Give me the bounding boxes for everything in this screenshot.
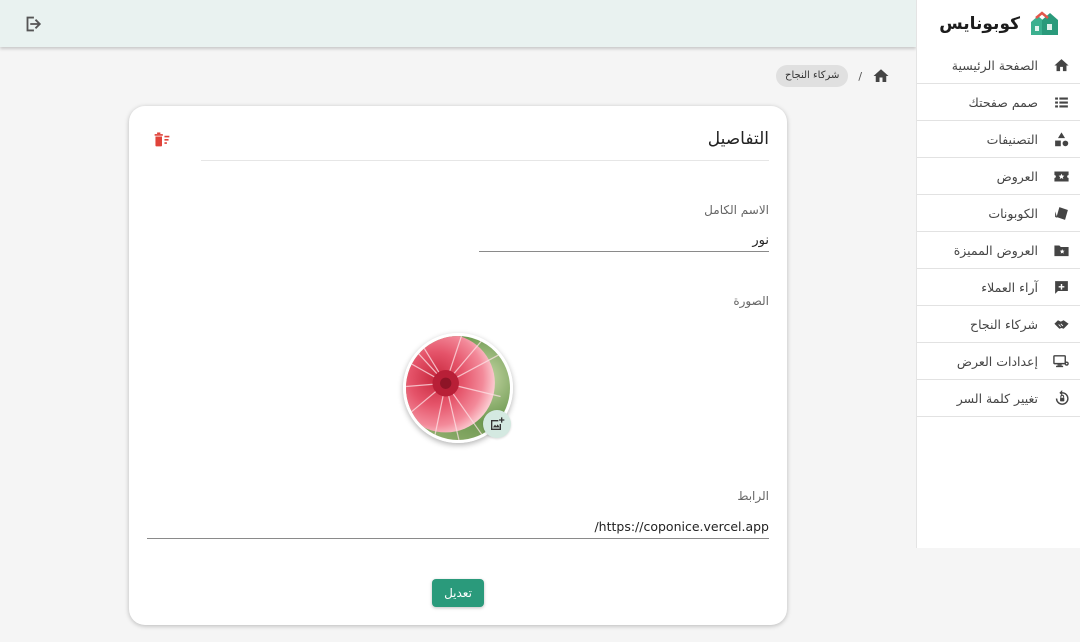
sidebar-item-reviews[interactable]: آراء العملاء: [917, 269, 1080, 306]
lock-reset-icon: [1052, 389, 1070, 407]
sidebar-item-home[interactable]: الصفحة الرئيسية: [917, 47, 1080, 84]
sidebar-item-categories[interactable]: التصنيفات: [917, 121, 1080, 158]
full-name-input[interactable]: [479, 230, 769, 252]
sidebar-item-partners[interactable]: شركاء النجاح: [917, 306, 1080, 343]
top-bar: [0, 0, 916, 47]
breadcrumb: شركاء النجاح /: [776, 65, 890, 87]
title-divider: [201, 160, 769, 161]
sidebar-item-label: العروض: [996, 168, 1038, 184]
link-input[interactable]: [147, 515, 769, 539]
edit-button[interactable]: تعديل: [432, 579, 484, 607]
add-photo-icon: [491, 417, 505, 430]
handshake-icon: [1052, 315, 1070, 333]
sidebar-item-label: آراء العملاء: [981, 279, 1038, 295]
sidebar: كوبونايس الصفحة الرئيسية صمم صفحتك التصن…: [916, 0, 1080, 548]
ticket-star-icon: [1052, 167, 1070, 185]
folder-star-icon: [1052, 241, 1070, 259]
sidebar-item-label: صمم صفحتك: [968, 94, 1038, 110]
sidebar-item-featured-offers[interactable]: العروض المميزة: [917, 232, 1080, 269]
full-name-label: الاسم الكامل: [704, 203, 769, 217]
link-label: الرابط: [737, 489, 769, 503]
brand-logo-icon: [1031, 10, 1058, 35]
breadcrumb-separator: /: [858, 69, 863, 83]
sidebar-item-label: التصنيفات: [986, 131, 1038, 147]
brand-name: كوبونايس: [939, 13, 1020, 34]
delete-sweep-icon: [154, 132, 170, 147]
details-card: التفاصيل الاسم الكامل الصورة: [129, 106, 787, 625]
home-icon: [1052, 56, 1070, 74]
brand: كوبونايس: [917, 0, 1080, 47]
logout-icon: [26, 16, 42, 32]
logout-button[interactable]: [22, 13, 44, 35]
breadcrumb-current-chip[interactable]: شركاء النجاح: [776, 65, 849, 87]
sidebar-item-coupons[interactable]: الكوبونات: [917, 195, 1080, 232]
sidebar-item-display-settings[interactable]: إعدادات العرض: [917, 343, 1080, 380]
sidebar-item-label: الصفحة الرئيسية: [951, 57, 1038, 73]
display-settings-icon: [1052, 352, 1070, 370]
review-icon: [1052, 278, 1070, 296]
image-label: الصورة: [733, 294, 769, 308]
sidebar-item-design-page[interactable]: صمم صفحتك: [917, 84, 1080, 121]
card-title: التفاصيل: [707, 129, 769, 149]
sidebar-item-label: الكوبونات: [988, 205, 1038, 221]
coupon-icon: [1052, 204, 1070, 222]
list-icon: [1052, 93, 1070, 111]
upload-image-button[interactable]: [483, 410, 511, 438]
sidebar-item-label: تغيير كلمة السر: [956, 390, 1038, 406]
sidebar-item-label: شركاء النجاح: [970, 316, 1038, 332]
category-icon: [1052, 130, 1070, 148]
home-icon[interactable]: [872, 67, 890, 85]
sidebar-item-change-password[interactable]: تغيير كلمة السر: [917, 380, 1080, 417]
sidebar-item-label: إعدادات العرض: [956, 353, 1038, 369]
delete-button[interactable]: [152, 130, 172, 148]
sidebar-item-offers[interactable]: العروض: [917, 158, 1080, 195]
sidebar-item-label: العروض المميزة: [953, 242, 1038, 258]
